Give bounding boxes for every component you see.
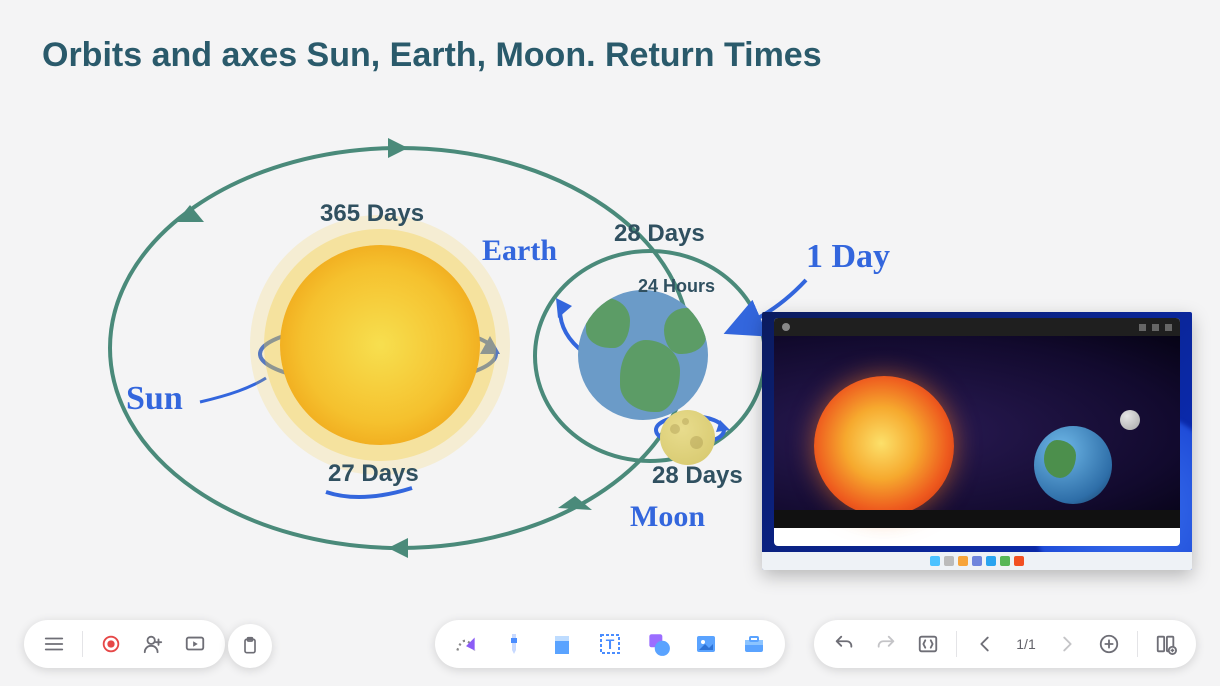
separator bbox=[1137, 631, 1138, 657]
thumb-earth bbox=[1034, 426, 1112, 504]
undo-icon bbox=[833, 633, 855, 655]
image-icon bbox=[694, 632, 718, 656]
thumb-window-titlebar bbox=[774, 318, 1180, 336]
window-control-icon bbox=[1165, 324, 1172, 331]
image-tool[interactable] bbox=[691, 629, 721, 659]
menu-button[interactable] bbox=[40, 630, 68, 658]
taskbar-item bbox=[944, 556, 954, 566]
orbit-arrow bbox=[388, 138, 408, 158]
add-user-button[interactable] bbox=[139, 630, 167, 658]
sun-graphic bbox=[280, 245, 480, 445]
label-27days: 27 Days bbox=[328, 460, 419, 488]
taskbar-item bbox=[972, 556, 982, 566]
record-button[interactable] bbox=[97, 630, 125, 658]
thumb-app-window bbox=[774, 318, 1180, 546]
thumb-sun bbox=[814, 376, 954, 516]
earth-graphic bbox=[578, 290, 708, 420]
clipboard-icon bbox=[240, 636, 260, 656]
redo-icon bbox=[875, 633, 897, 655]
thumb-window-bottombar bbox=[774, 510, 1180, 528]
label-28days-upper: 28 Days bbox=[614, 220, 705, 248]
moon-graphic bbox=[660, 410, 715, 465]
spline-icon bbox=[453, 631, 479, 657]
page-overview-button[interactable] bbox=[1152, 630, 1180, 658]
taskbar-item bbox=[1000, 556, 1010, 566]
toolbar-right: 1/1 bbox=[814, 620, 1196, 668]
thumb-moon bbox=[1120, 410, 1140, 430]
handwrite-moon: Moon bbox=[630, 500, 705, 534]
undo-button[interactable] bbox=[830, 630, 858, 658]
text-tool[interactable]: T bbox=[595, 629, 625, 659]
page-indicator: 1/1 bbox=[1013, 636, 1039, 652]
inserted-window-thumbnail[interactable] bbox=[762, 312, 1192, 570]
thumb-space-scene bbox=[774, 336, 1180, 528]
record-icon bbox=[100, 633, 122, 655]
page-switch-icon bbox=[917, 633, 939, 655]
separator bbox=[82, 631, 83, 657]
orbit-arrow bbox=[176, 205, 204, 222]
thumb-taskbar bbox=[762, 552, 1192, 570]
underline-27days bbox=[326, 488, 412, 497]
present-icon bbox=[184, 633, 206, 655]
taskbar-item bbox=[958, 556, 968, 566]
orbit-arrow bbox=[388, 538, 408, 558]
handwrite-1day: 1 Day bbox=[806, 238, 890, 276]
add-page-button[interactable] bbox=[1095, 630, 1123, 658]
window-control-icon bbox=[1152, 324, 1159, 331]
handwrite-earth: Earth bbox=[482, 234, 557, 268]
label-365days: 365 Days bbox=[320, 200, 424, 228]
traffic-light-icon bbox=[782, 323, 790, 331]
shapes-tool[interactable] bbox=[643, 629, 673, 659]
chevron-right-icon bbox=[1056, 633, 1078, 655]
earth-axis-arrow bbox=[556, 298, 572, 318]
next-page-button[interactable] bbox=[1053, 630, 1081, 658]
pen-icon bbox=[502, 629, 526, 659]
page-switch-button[interactable] bbox=[914, 630, 942, 658]
handwrite-sun: Sun bbox=[126, 380, 183, 418]
present-button[interactable] bbox=[181, 630, 209, 658]
window-control-icon bbox=[1139, 324, 1146, 331]
svg-text:T: T bbox=[606, 636, 615, 652]
chevron-left-icon bbox=[974, 633, 996, 655]
page-overview-icon bbox=[1155, 633, 1177, 655]
text-icon: T bbox=[597, 632, 623, 656]
toolbox-icon bbox=[741, 632, 767, 656]
clipboard-button[interactable] bbox=[228, 624, 272, 668]
taskbar-item bbox=[1014, 556, 1024, 566]
add-user-icon bbox=[142, 633, 164, 655]
hamburger-icon bbox=[43, 633, 65, 655]
toolbar-left bbox=[24, 620, 225, 668]
spline-tool[interactable] bbox=[451, 629, 481, 659]
toolbar-center: T bbox=[435, 620, 785, 668]
toolbox-tool[interactable] bbox=[739, 629, 769, 659]
whiteboard-canvas[interactable]: Orbits and axes Sun, Earth, Moon. Return… bbox=[0, 0, 1220, 686]
prev-page-button[interactable] bbox=[971, 630, 999, 658]
shape-rect-tool[interactable] bbox=[547, 629, 577, 659]
label-28days-lower: 28 Days bbox=[652, 462, 743, 490]
taskbar-item bbox=[986, 556, 996, 566]
sun-label-pointer bbox=[200, 378, 266, 402]
redo-button[interactable] bbox=[872, 630, 900, 658]
pen-tool[interactable] bbox=[499, 629, 529, 659]
label-24hours: 24 Hours bbox=[638, 276, 715, 297]
shapes-icon bbox=[645, 631, 671, 657]
separator bbox=[956, 631, 957, 657]
rect-icon bbox=[550, 630, 574, 658]
taskbar-item bbox=[930, 556, 940, 566]
plus-circle-icon bbox=[1098, 633, 1120, 655]
